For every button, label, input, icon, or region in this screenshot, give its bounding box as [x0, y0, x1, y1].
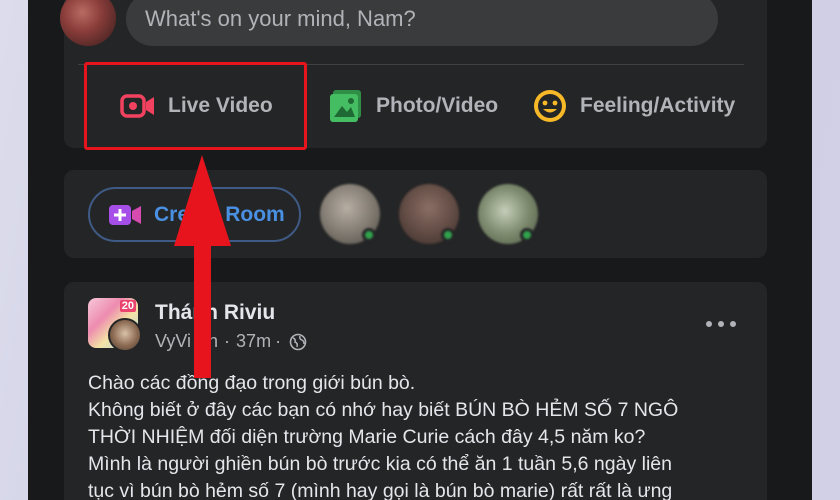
- arrow-head: [174, 155, 231, 246]
- annotation-arrow: [174, 155, 231, 378]
- arrow-shaft: [194, 228, 211, 378]
